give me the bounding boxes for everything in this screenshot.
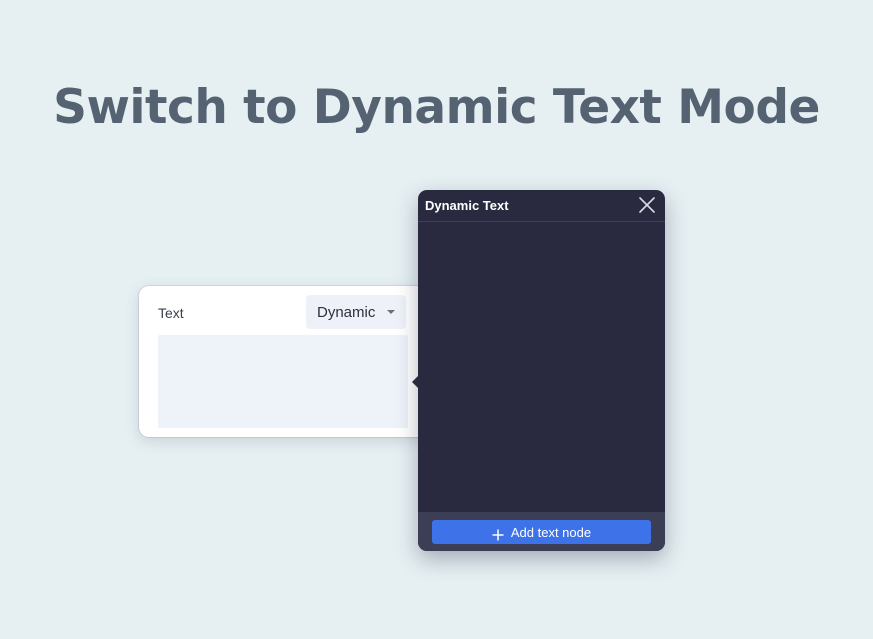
text-content-area[interactable] [158,335,408,428]
dynamic-text-panel: Dynamic Text Add text node [412,190,665,551]
page-title: Switch to Dynamic Text Mode [53,80,820,135]
dynamic-text-footer: Add text node [418,512,665,551]
dynamic-text-list [418,222,665,512]
text-property-card: Text Dynamic [139,286,439,437]
dynamic-text-header: Dynamic Text [418,190,665,222]
add-text-node-button[interactable]: Add text node [432,520,651,544]
text-mode-value: Dynamic [317,303,376,321]
close-icon[interactable] [638,196,656,214]
text-field-label: Text [158,305,184,321]
add-text-node-label: Add text node [510,524,592,540]
text-mode-select[interactable]: Dynamic [306,295,406,329]
chevron-down-icon [387,310,395,314]
plus-icon [492,526,504,541]
dynamic-text-title: Dynamic Text [425,198,509,213]
